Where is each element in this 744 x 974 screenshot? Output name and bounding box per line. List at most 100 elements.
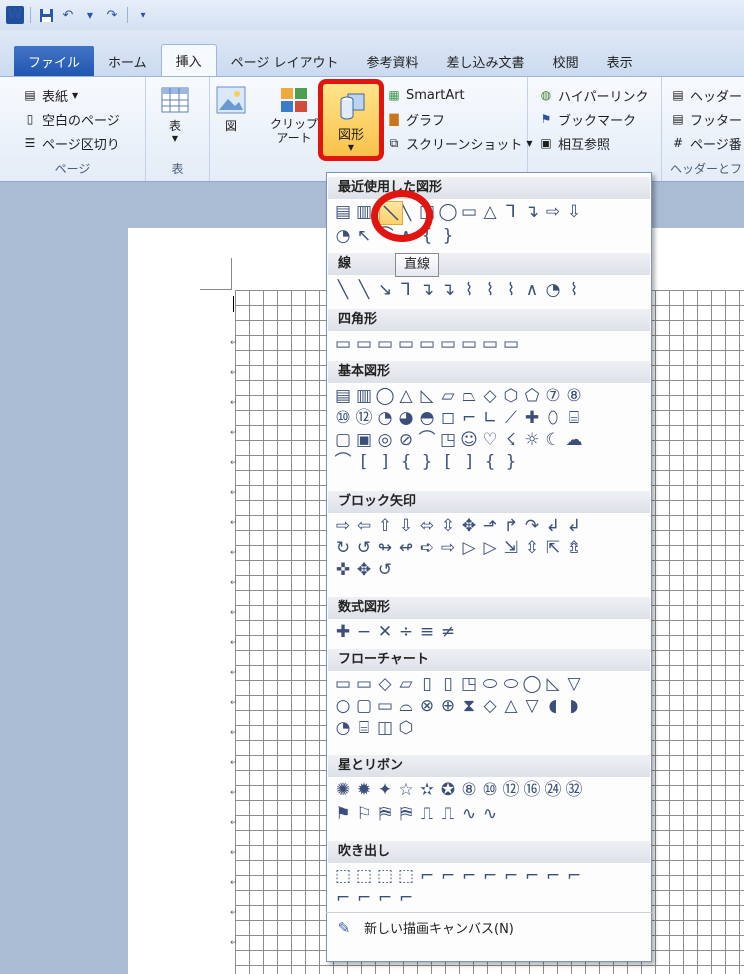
shape-icon[interactable]: ⑯: [522, 779, 542, 801]
shape-icon[interactable]: ◔: [333, 717, 353, 739]
shape-icon[interactable]: ▭: [375, 695, 395, 717]
shape-row-rectangles[interactable]: ▭ ▭ ▭ ▭ ▭ ▭ ▭ ▭ ▭: [333, 333, 521, 355]
shape-icon[interactable]: ⬭: [480, 673, 500, 695]
shape-icon[interactable]: ⇨: [333, 515, 353, 537]
hyperlink-button[interactable]: ◍ ハイパーリンク: [538, 83, 649, 107]
shape-icon[interactable]: ◔: [543, 279, 563, 301]
shape-icon[interactable]: ▭: [417, 333, 437, 355]
shape-icon[interactable]: ⬄: [417, 515, 437, 537]
shape-icon[interactable]: ▢: [354, 695, 374, 717]
shape-icon[interactable]: ⬚: [354, 865, 374, 887]
shape-icon[interactable]: ◇: [480, 385, 500, 407]
shape-icon[interactable]: ↺: [354, 537, 374, 559]
table-button[interactable]: 表 ▼: [158, 83, 192, 143]
shape-icon[interactable]: ⇩: [564, 201, 584, 223]
shape-icon[interactable]: ㉜: [564, 779, 584, 801]
shape-icon[interactable]: ⅂: [396, 279, 416, 301]
shape-icon[interactable]: ✚: [333, 621, 353, 643]
shape-icon[interactable]: ∟: [480, 407, 500, 429]
shape-icon[interactable]: [: [354, 451, 374, 473]
shape-icon[interactable]: ▭: [354, 333, 374, 355]
shapes-button[interactable]: 図形 ▼: [318, 79, 384, 161]
shape-icon[interactable]: ↲: [543, 515, 563, 537]
shape-icon[interactable]: ⇧: [375, 515, 395, 537]
shape-icon[interactable]: ⌸: [354, 717, 374, 739]
tab-insert[interactable]: 挿入: [160, 44, 217, 76]
bookmark-button[interactable]: ⚑ ブックマーク: [538, 107, 648, 131]
shape-icon[interactable]: ⇳: [522, 537, 542, 559]
shape-icon[interactable]: ▽: [522, 695, 542, 717]
shape-icon[interactable]: ⇲: [501, 537, 521, 559]
shape-icon[interactable]: }: [438, 225, 458, 247]
clipart-button[interactable]: クリップアート: [266, 83, 322, 145]
shape-icon[interactable]: ∿: [459, 803, 479, 825]
shape-icon[interactable]: ⌐: [396, 887, 416, 909]
footer-button[interactable]: ▤ フッター: [670, 107, 742, 131]
shape-icon[interactable]: [: [438, 451, 458, 473]
shape-icon[interactable]: ↴: [522, 201, 542, 223]
shape-icon[interactable]: ⊗: [417, 695, 437, 717]
shape-icon[interactable]: ⧗: [459, 695, 479, 717]
shape-icon[interactable]: ✥: [354, 559, 374, 581]
shape-icon[interactable]: △: [480, 201, 500, 223]
shape-icon[interactable]: ⏢: [459, 385, 479, 407]
shape-icon[interactable]: ⌐: [543, 865, 563, 887]
shape-icon[interactable]: ▱: [396, 673, 416, 695]
shape-icon[interactable]: ⬚: [396, 865, 416, 887]
shape-row-basic[interactable]: ▢ ▣ ◎ ⊘ ⌒ ◳ ☺ ♡ ☇ ☼ ☾ ☁: [333, 429, 584, 451]
shape-icon[interactable]: ✺: [333, 779, 353, 801]
shape-icon[interactable]: ⌇: [459, 279, 479, 301]
shape-icon[interactable]: ◳: [459, 673, 479, 695]
cross-reference-button[interactable]: ▣ 相互参照: [538, 131, 648, 155]
shape-icon[interactable]: ≠: [438, 621, 458, 643]
shape-icon[interactable]: ↘: [375, 279, 395, 301]
shape-icon[interactable]: ☼: [522, 429, 542, 451]
shape-icon[interactable]: ∿: [480, 803, 500, 825]
shape-icon[interactable]: ⌒: [333, 451, 353, 473]
shape-icon[interactable]: ⌇: [501, 279, 521, 301]
shape-icon[interactable]: ㉔: [543, 779, 563, 801]
shape-icon[interactable]: ☺: [459, 429, 479, 451]
shape-icon[interactable]: ▭: [501, 333, 521, 355]
tab-mailings[interactable]: 差し込み文書: [433, 46, 539, 76]
shape-icon[interactable]: ⌇: [564, 279, 584, 301]
shape-icon[interactable]: ╲: [354, 279, 374, 301]
shape-icon[interactable]: ⎍: [438, 803, 458, 825]
shape-row-flowchart[interactable]: ▭ ▭ ◇ ▱ ▯ ▯ ◳ ⬭ ⬭ ◯ ◺ ▽: [333, 673, 584, 695]
shape-icon[interactable]: ↴: [417, 279, 437, 301]
shape-icon[interactable]: ⬠: [522, 385, 542, 407]
shape-icon[interactable]: ▭: [459, 333, 479, 355]
shape-icon[interactable]: ↬: [375, 537, 395, 559]
shape-row-arrows[interactable]: ⇨ ⇦ ⇧ ⇩ ⬄ ⇳ ✥ ⬏ ↱ ↷ ↲ ↲: [333, 515, 584, 537]
shape-icon[interactable]: ↫: [396, 537, 416, 559]
shape-icon[interactable]: ⎍: [417, 803, 437, 825]
shape-icon[interactable]: ▭: [480, 333, 500, 355]
shape-icon[interactable]: ⇦: [354, 515, 374, 537]
chart-button[interactable]: ▇ グラフ: [386, 107, 533, 131]
shape-icon[interactable]: ⌐: [354, 887, 374, 909]
shape-icon[interactable]: ⬚: [375, 865, 395, 887]
shape-icon[interactable]: ⬏: [480, 515, 500, 537]
shape-icon[interactable]: ◯: [438, 201, 458, 223]
shape-icon[interactable]: △: [501, 695, 521, 717]
shape-icon[interactable]: △: [396, 385, 416, 407]
shape-icon[interactable]: ]: [375, 451, 395, 473]
shape-icon[interactable]: ⌒: [417, 429, 437, 451]
shape-row-flowchart[interactable]: ○ ▢ ▭ ⌓ ⊗ ⊕ ⧗ ◇ △ ▽ ◖ ◗: [333, 695, 584, 717]
shape-icon[interactable]: ▯: [417, 673, 437, 695]
page-number-button[interactable]: # ページ番: [670, 131, 742, 155]
shape-icon[interactable]: ◺: [543, 673, 563, 695]
shape-icon[interactable]: ▭: [333, 333, 353, 355]
cover-page-button[interactable]: ▤ 表紙 ▼: [22, 83, 120, 107]
shape-icon[interactable]: ⑦: [543, 385, 563, 407]
shape-row-basic[interactable]: ⑩ ⑫ ◔ ◕ ◓ ◻ ⌐ ∟ ⟋ ✚ ⬯ ⌸: [333, 407, 584, 429]
shape-icon[interactable]: ✕: [375, 621, 395, 643]
shape-icon[interactable]: {: [480, 451, 500, 473]
shape-icon[interactable]: ⚐: [354, 803, 374, 825]
shape-icon[interactable]: ▤: [333, 201, 353, 223]
shape-icon[interactable]: ▣: [354, 429, 374, 451]
shape-icon[interactable]: ◫: [375, 717, 395, 739]
shape-icon[interactable]: ⇨: [438, 537, 458, 559]
shape-icon[interactable]: ⬯: [543, 407, 563, 429]
tab-file[interactable]: ファイル: [14, 46, 95, 76]
